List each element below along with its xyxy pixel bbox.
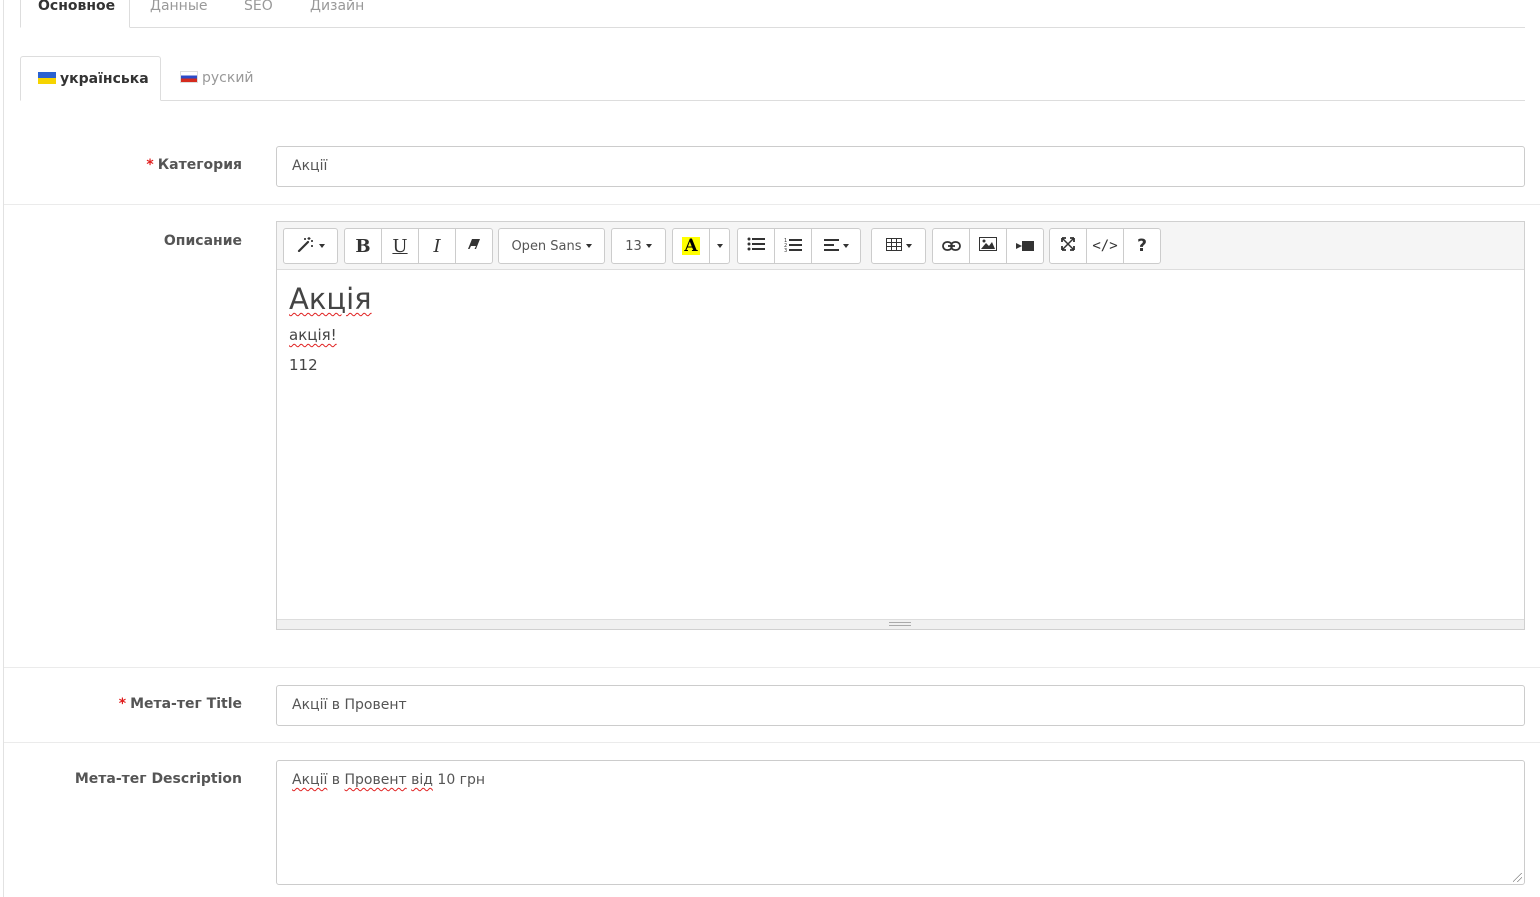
image-button[interactable] bbox=[969, 228, 1007, 264]
eraser-icon bbox=[467, 237, 481, 255]
code-view-button[interactable]: </> bbox=[1086, 228, 1124, 264]
ua-flag-icon bbox=[38, 72, 56, 84]
underline-icon: U bbox=[392, 235, 408, 257]
style-button[interactable] bbox=[283, 228, 338, 264]
image-icon bbox=[979, 237, 997, 255]
meta-description-label: Мета-тег Description bbox=[74, 771, 242, 787]
row-divider bbox=[4, 204, 1540, 205]
fullscreen-icon bbox=[1061, 237, 1075, 255]
help-button[interactable]: ? bbox=[1123, 228, 1161, 264]
font-style-group: B U I bbox=[344, 228, 493, 264]
meta-description-textarea[interactable]: Акції в Провент від 10 грн bbox=[276, 760, 1525, 885]
color-group: A bbox=[672, 228, 730, 264]
text-word: Провент bbox=[344, 772, 407, 788]
content-heading: Акція bbox=[289, 282, 372, 316]
category-input[interactable]: Акції bbox=[276, 146, 1525, 187]
main-tabs: Основное Данные SEO Дизайн bbox=[20, 0, 1525, 28]
align-left-icon bbox=[823, 237, 839, 255]
text-word: Акції bbox=[292, 772, 328, 788]
tab-design[interactable]: Дизайн bbox=[292, 0, 382, 28]
language-label: руский bbox=[202, 70, 254, 86]
resize-handle-icon[interactable] bbox=[1513, 873, 1522, 882]
magic-wand-icon bbox=[297, 236, 315, 256]
fullscreen-button[interactable] bbox=[1049, 228, 1087, 264]
row-divider bbox=[4, 667, 1540, 668]
content-paragraph: акція! bbox=[289, 326, 337, 344]
required-marker: * bbox=[118, 696, 127, 712]
video-icon bbox=[1016, 237, 1034, 255]
highlight-letter-icon: A bbox=[682, 236, 700, 256]
table-dropdown[interactable] bbox=[871, 228, 926, 264]
bold-icon: B bbox=[355, 235, 371, 257]
svg-text:3: 3 bbox=[784, 248, 787, 252]
color-dropdown-button[interactable] bbox=[709, 228, 730, 264]
text-word: в bbox=[331, 772, 341, 788]
italic-icon: I bbox=[433, 235, 441, 257]
font-size-group: 13 bbox=[611, 228, 666, 264]
required-marker: * bbox=[146, 157, 154, 173]
ru-flag-icon bbox=[180, 71, 198, 83]
font-name-dropdown[interactable]: Open Sans bbox=[498, 228, 605, 264]
language-label: українська bbox=[60, 71, 149, 87]
content-paragraph: 112 bbox=[289, 356, 318, 374]
align-dropdown[interactable] bbox=[811, 228, 861, 264]
editor-toolbar: B U I Open Sans 13 A 123 </> ? bbox=[277, 222, 1524, 270]
italic-button[interactable]: I bbox=[418, 228, 456, 264]
bullet-list-icon bbox=[747, 237, 765, 255]
tab-seo[interactable]: SEO bbox=[226, 0, 291, 28]
paragraph-group: 123 bbox=[737, 228, 861, 264]
tab-language-ukrainian[interactable]: українська bbox=[20, 56, 161, 101]
clear-format-button[interactable] bbox=[455, 228, 493, 264]
underline-button[interactable]: U bbox=[381, 228, 419, 264]
tab-data[interactable]: Данные bbox=[132, 0, 226, 28]
editor-content[interactable]: Акція акція! 112 bbox=[289, 282, 1512, 386]
view-group: </> ? bbox=[1049, 228, 1161, 264]
font-size-dropdown[interactable]: 13 bbox=[611, 228, 666, 264]
table-icon bbox=[885, 237, 902, 255]
tab-general[interactable]: Основное bbox=[20, 0, 130, 28]
category-label: * Категория bbox=[146, 157, 242, 173]
font-name-group: Open Sans bbox=[498, 228, 605, 264]
text-word: 10 грн bbox=[437, 772, 486, 788]
editor-resize-bar[interactable] bbox=[277, 619, 1524, 629]
link-icon bbox=[941, 237, 961, 255]
help-icon: ? bbox=[1137, 236, 1147, 256]
tab-language-russian[interactable]: руский bbox=[180, 56, 254, 101]
insert-group bbox=[932, 228, 1044, 264]
unordered-list-button[interactable] bbox=[737, 228, 775, 264]
left-border bbox=[3, 0, 4, 897]
ordered-list-button[interactable]: 123 bbox=[774, 228, 812, 264]
text-color-button[interactable]: A bbox=[672, 228, 710, 264]
link-button[interactable] bbox=[932, 228, 970, 264]
resize-grip-icon bbox=[889, 622, 911, 626]
description-editor[interactable]: B U I Open Sans 13 A 123 </> ? Акція акц… bbox=[276, 221, 1525, 630]
meta-title-input[interactable]: Акції в Провент bbox=[276, 685, 1525, 726]
code-icon: </> bbox=[1092, 238, 1118, 254]
text-word: від bbox=[411, 772, 433, 788]
style-group bbox=[283, 228, 338, 264]
row-divider bbox=[4, 742, 1540, 743]
description-label: Описание bbox=[163, 233, 242, 249]
bold-button[interactable]: B bbox=[344, 228, 382, 264]
meta-title-label: * Мета-тег Title bbox=[118, 696, 242, 712]
numbered-list-icon: 123 bbox=[784, 237, 802, 256]
video-button[interactable] bbox=[1006, 228, 1044, 264]
caret-down-icon bbox=[716, 244, 723, 248]
language-tabs: українська руский bbox=[20, 56, 1525, 101]
table-group bbox=[871, 228, 926, 264]
